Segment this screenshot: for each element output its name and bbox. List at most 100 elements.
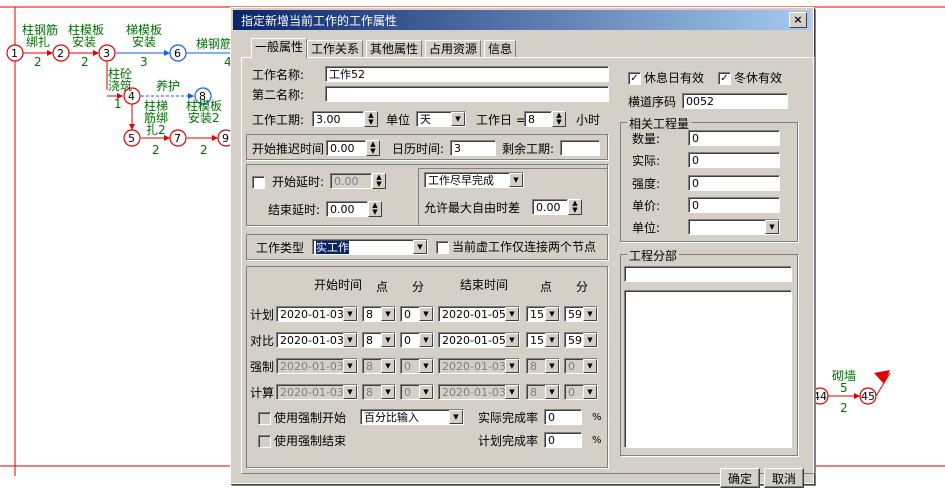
chevron-down-icon[interactable]: ▼ [343,333,357,347]
task-duration: 5 [840,381,848,395]
chevron-down-icon[interactable]: ▼ [583,359,597,373]
virtual-only-checkbox[interactable] [436,241,449,254]
chevron-down-icon[interactable]: ▼ [509,173,523,187]
force-end-label: 使用强制结束 [274,434,347,448]
node-number: 3 [103,47,110,60]
percent-sign: % [592,412,602,423]
chevron-down-icon[interactable]: ▼ [505,385,519,399]
workday-input[interactable]: 8 [524,111,552,127]
arrowhead [212,135,218,141]
chevron-down-icon[interactable]: ▼ [545,333,559,347]
task-label: 安装 [72,35,97,49]
tab-other[interactable]: 其他属性 [366,40,423,57]
task-duration: 2 [840,401,848,415]
task-label: 扎2 [146,123,166,137]
hours-label: 小时 [576,113,601,127]
cancel-button[interactable]: 取消 [764,468,804,488]
section-input[interactable] [624,266,792,282]
start-lag-input[interactable]: 0.00 [330,173,372,189]
actual-rate-label: 实际完成率 [478,411,539,425]
time-row-label: 对比 [250,334,275,348]
holiday-label: 休息日有效 [644,71,705,85]
chevron-down-icon[interactable]: ▼ [381,359,395,373]
start-delay-spin-icon[interactable]: ▲ ▼ [366,140,380,156]
dialog-titlebar[interactable]: 指定新增当前工作的工作属性 × [233,10,811,30]
duration-spin-icon[interactable]: ▲ ▼ [364,111,378,127]
force-end-checkbox[interactable] [258,435,271,448]
force-start-label: 使用强制开始 [274,411,347,425]
chevron-down-icon[interactable]: ▼ [545,385,559,399]
duration-input[interactable]: 3.00 [312,111,364,127]
task-type-label: 工作类型 [256,241,305,255]
actual-label: 实际: [632,154,661,168]
tab-relations[interactable]: 工作关系 [307,40,364,57]
workday-label: 工作日 = [476,113,526,127]
chevron-down-icon[interactable]: ▼ [545,307,559,321]
max-free-float-label: 允许最大自由时差 [424,201,521,215]
actual-input[interactable]: 0 [688,152,780,168]
actual-rate-input[interactable]: 0 [544,409,582,425]
chevron-down-icon[interactable]: ▼ [583,333,597,347]
node-number: 5 [128,132,135,145]
chevron-down-icon[interactable]: ▼ [505,307,519,321]
chevron-down-icon[interactable]: ▼ [449,410,463,424]
chevron-down-icon[interactable]: ▼ [343,359,357,373]
arrowhead [854,393,860,399]
remaining-input[interactable] [560,140,600,156]
chevron-down-icon[interactable]: ▼ [419,359,433,373]
chevron-down-icon[interactable]: ▼ [505,333,519,347]
price-input[interactable]: 0 [688,197,780,213]
max-free-float-spin-icon[interactable]: ▲ ▼ [568,199,582,215]
chevron-down-icon[interactable]: ▼ [545,359,559,373]
force-start-checkbox[interactable] [258,412,271,425]
chevron-down-icon[interactable]: ▼ [343,385,357,399]
ok-button[interactable]: 确定 [720,468,760,488]
plan-rate-label: 计划完成率 [478,434,539,448]
chevron-down-icon[interactable]: ▼ [765,220,779,234]
task-duration: 2 [81,55,89,69]
tab-info[interactable]: 信息 [484,40,517,57]
task-type-select[interactable]: 实工作 [312,239,428,255]
second-name-input[interactable] [325,86,609,102]
percent-sign: % [592,435,602,446]
tab-resources[interactable]: 占用资源 [425,40,482,57]
max-free-float-input[interactable]: 0.00 [532,199,568,215]
intensity-input[interactable]: 0 [688,175,780,191]
tab-general[interactable]: 一般属性 [251,38,308,58]
task-label: 绑扎 [26,35,51,49]
chevron-down-icon[interactable]: ▼ [419,307,433,321]
winter-checkbox[interactable]: ✓ [718,72,731,85]
chevron-down-icon[interactable]: ▼ [505,359,519,373]
chevron-down-icon[interactable]: ▼ [419,333,433,347]
chevron-down-icon[interactable]: ▼ [451,112,465,126]
section-list[interactable] [624,290,792,448]
name-input[interactable]: 工作52 [325,66,609,82]
plan-rate-input[interactable]: 0 [544,432,582,448]
chevron-down-icon[interactable]: ▼ [419,385,433,399]
chevron-down-icon[interactable]: ▼ [583,307,597,321]
close-icon[interactable]: × [789,12,807,28]
node-number: 9 [222,132,229,145]
task-duration: 1 [114,97,122,111]
holiday-checkbox[interactable]: ✓ [628,72,641,85]
chevron-down-icon[interactable]: ▼ [381,307,395,321]
chevron-down-icon[interactable]: ▼ [381,385,395,399]
quantity-input[interactable]: 0 [688,130,780,146]
minute-header: 分 [412,280,425,294]
time-row-label: 计算 [250,386,275,400]
lane-input[interactable]: 0052 [682,93,788,109]
price-label: 单价: [632,199,661,213]
start-lag-checkbox[interactable] [252,176,265,189]
start-delay-time-input[interactable]: 0.00 [326,140,366,156]
chevron-down-icon[interactable]: ▼ [343,307,357,321]
end-lag-input[interactable]: 0.00 [326,201,368,217]
calendar-time-input[interactable]: 3 [450,140,496,156]
arrowhead [129,124,135,130]
task-label: 安装 [132,35,157,49]
workday-spin-icon[interactable]: ▲ ▼ [552,111,566,127]
end-lag-spin-icon[interactable]: ▲ ▼ [368,201,382,217]
chevron-down-icon[interactable]: ▼ [583,385,597,399]
chevron-down-icon[interactable]: ▼ [381,333,395,347]
start-lag-spin-icon[interactable]: ▲ ▼ [372,173,386,189]
chevron-down-icon[interactable]: ▼ [413,240,427,254]
